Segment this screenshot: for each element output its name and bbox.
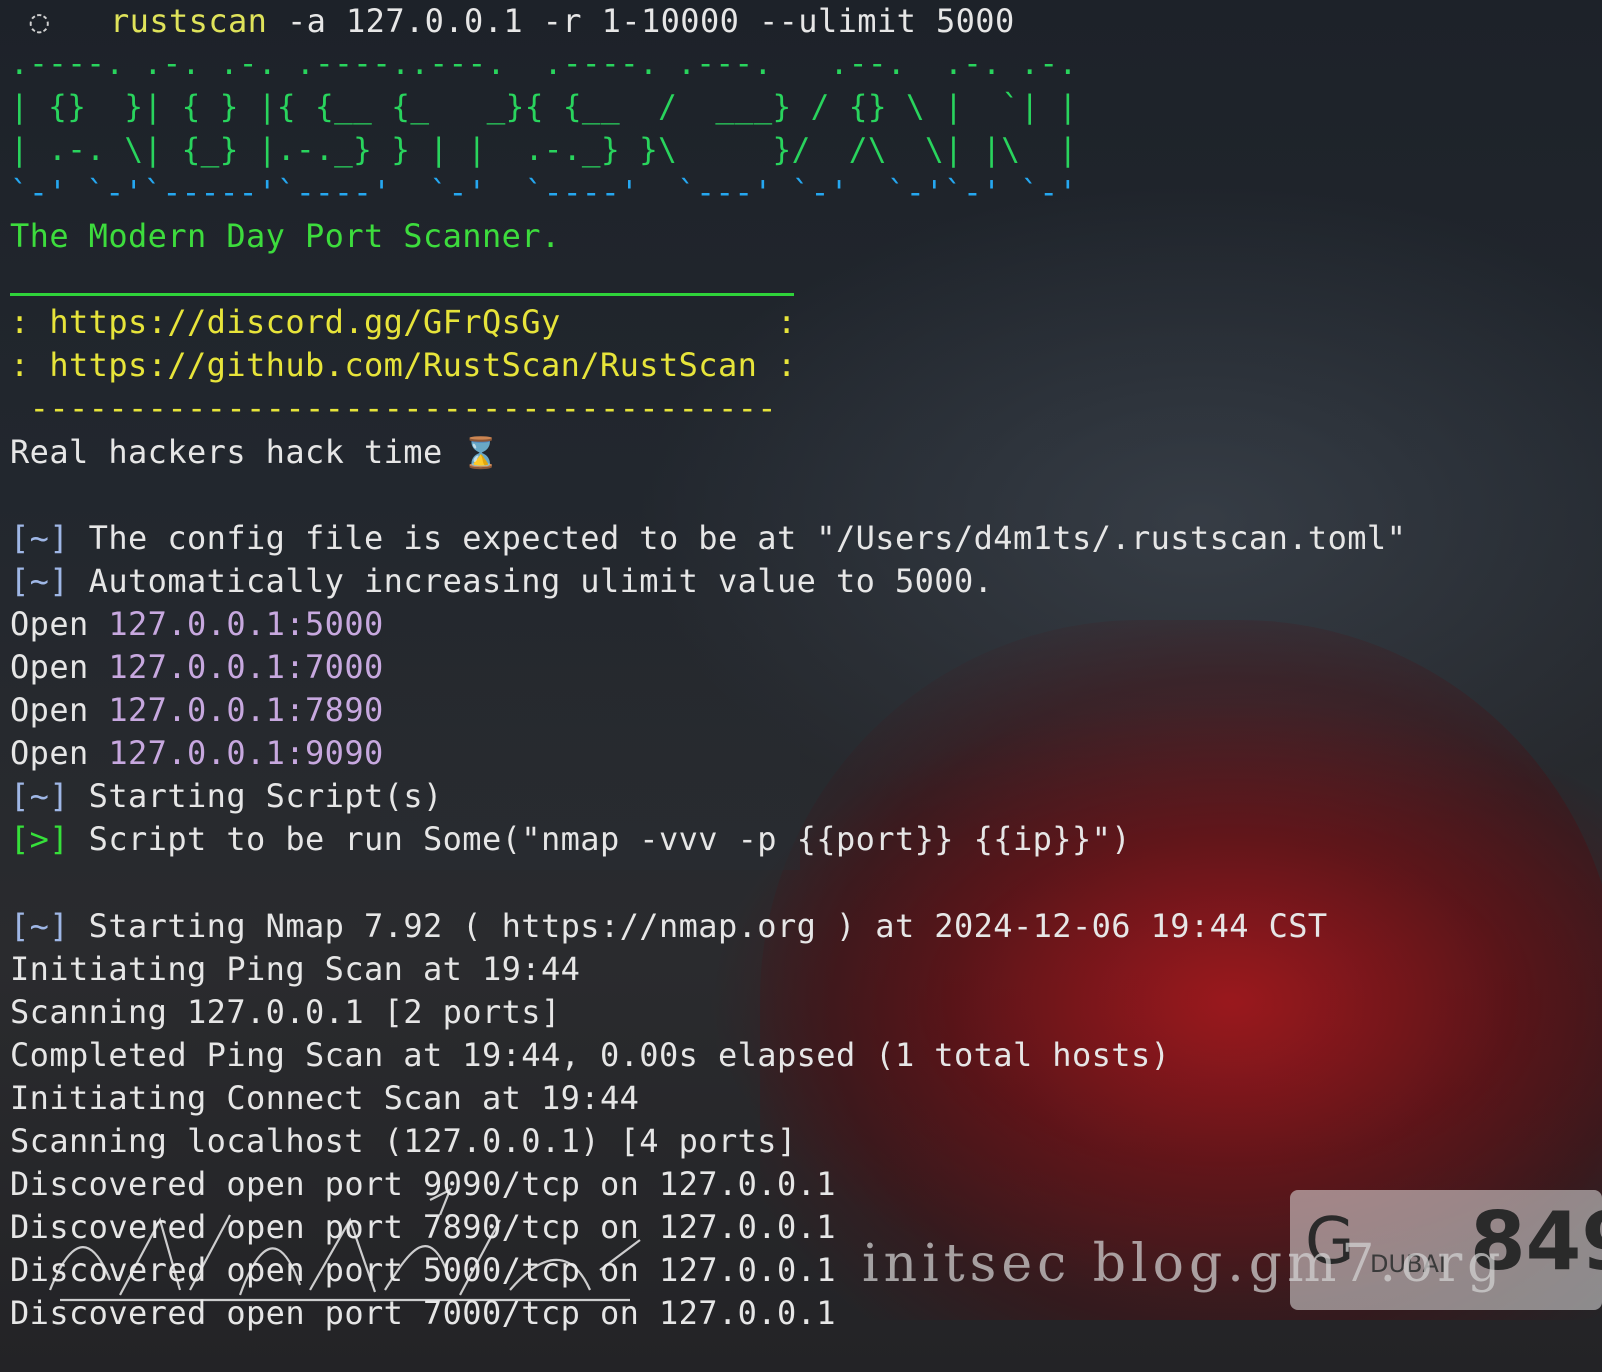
command-args: -a 127.0.0.1 -r 1-10000 --ulimit 5000: [267, 2, 1015, 40]
quote-line: Real hackers hack time ⌛: [10, 431, 1602, 474]
nmap-output-line: Initiating Connect Scan at 19:44: [10, 1078, 640, 1117]
open-port-line: Open 127.0.0.1:5000: [10, 604, 384, 643]
terminal-prompt-icon: ◌: [10, 2, 50, 40]
script-start-line: [~] Starting Script(s): [10, 777, 443, 816]
nmap-output-line: Scanning localhost (127.0.0.1) [4 ports]: [10, 1122, 797, 1161]
nmap-output-line: Scanning 127.0.0.1 [2 ports]: [10, 992, 561, 1031]
watermark: initsec blog.gm7.org: [862, 1234, 1506, 1294]
banner-line-3: | .-. \| {_} |.-._} } | | .-._} }\ }/ /\…: [10, 132, 1078, 169]
tagline: The Modern Day Port Scanner.: [10, 217, 561, 256]
link-github[interactable]: : https://github.com/RustScan/RustScan :: [10, 344, 1602, 387]
green-divider: [10, 293, 794, 296]
command-line: ◌ rustscan -a 127.0.0.1 -r 1-10000 --ulim…: [10, 0, 1602, 43]
nmap-start-line: [~] Starting Nmap 7.92 ( https://nmap.or…: [10, 906, 1328, 945]
dash-divider: --------------------------------------: [10, 389, 777, 428]
open-port-line: Open 127.0.0.1:9090: [10, 734, 384, 773]
link-discord[interactable]: : https://discord.gg/GFrQsGy :: [10, 301, 1602, 344]
script-run-line: [>] Script to be run Some("nmap -vvv -p …: [10, 820, 1131, 859]
info-line: [~] The config file is expected to be at…: [10, 518, 1407, 557]
hourglass-icon: ⌛: [462, 435, 501, 471]
open-port-line: Open 127.0.0.1:7000: [10, 648, 384, 687]
terminal-window[interactable]: ◌ rustscan -a 127.0.0.1 -r 1-10000 --ulim…: [0, 0, 1602, 1372]
open-port-line: Open 127.0.0.1:7890: [10, 691, 384, 730]
banner-line-4: `-' `-'`-----'`----' `-' `----' `---' `-…: [10, 175, 1078, 212]
nmap-output-line: Completed Ping Scan at 19:44, 0.00s elap…: [10, 1035, 1171, 1074]
banner-line-1: .----. .-. .-. .----..---. .----. .---. …: [10, 46, 1078, 83]
nmap-output-line: Initiating Ping Scan at 19:44: [10, 949, 581, 988]
command-program: rustscan: [110, 2, 268, 40]
banner-line-2: | {} }| { } |{ {__ {_ _}{ {__ / ___} / {…: [10, 89, 1078, 126]
terminal-output: ◌ rustscan -a 127.0.0.1 -r 1-10000 --ulim…: [10, 0, 1602, 1336]
info-line: [~] Automatically increasing ulimit valu…: [10, 561, 994, 600]
